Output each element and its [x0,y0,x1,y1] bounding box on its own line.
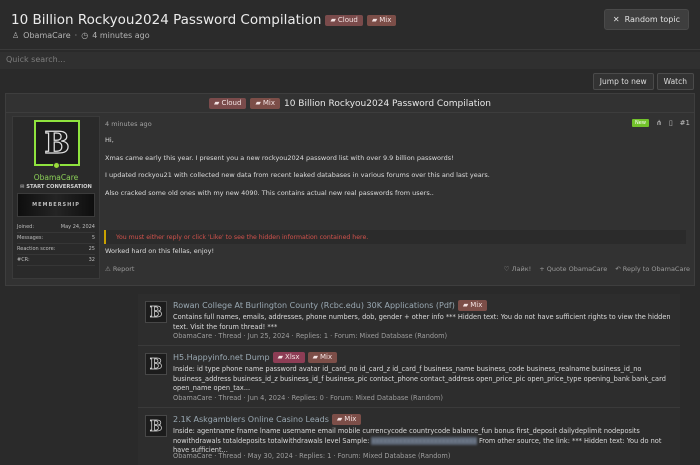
like-button[interactable]: ♡ Лайк! [504,265,532,273]
clock-icon: ◷ [81,31,89,40]
thread-header: 10 Billion Rockyou2024 Password Compilat… [0,0,700,50]
message-line: Xmas came early this year. I present you… [105,154,454,162]
divider [6,112,694,113]
tag-mix[interactable]: ▰ Mix [366,14,397,26]
thread-meta: ObamaCare · Thread · May 30, 2024 · Repl… [173,452,451,460]
share-icon[interactable]: ⋔ [656,119,662,127]
message-line: Worked hard on this fellas, enjoy! [105,247,215,255]
shuffle-icon: ✕ [612,15,620,24]
tag-mix[interactable]: ▰ Mix [331,414,362,425]
tag-mix[interactable]: ▰ Mix [457,300,488,311]
user-panel: B ObamaCare ✉ START CONVERSATION MEMBERS… [12,116,100,279]
thread-snippet: Contains full names, emails, addresses, … [173,313,671,331]
redacted-text: xxxxxxxxxxxxxxxxxxxxxxxxxxx [371,436,477,445]
folder-icon: ▰ [312,353,318,361]
warning-icon: ⚠ [105,265,111,273]
folder-icon: ▰ [255,99,261,107]
user-icon: ♙ [12,31,20,40]
folder-icon: ▰ [330,15,336,24]
folder-icon: ▰ [277,353,284,361]
thread-meta: ObamaCare · Thread · Jun 4, 2024 · Repli… [173,394,443,402]
avatar[interactable]: B [145,353,167,375]
tag-cloud[interactable]: ▰ Cloud [325,14,363,26]
message-line: I updated rockyou21 with collected new d… [105,171,490,179]
reply-button[interactable]: ↶ Reply to ObamaCare [615,265,690,273]
title-row: 10 Billion Rockyou2024 Password Compilat… [11,12,397,28]
new-badge: New [632,119,649,127]
list-item: B H5.Happyinfo.net Dump ▰ Xlsx ▰ Mix Insid… [138,346,680,408]
stat-row: #CR: 32 [17,255,95,266]
avatar[interactable]: B [145,301,167,323]
thread-author[interactable]: ObamaCare [23,31,71,40]
tag-mix[interactable]: ▰ Mix [250,98,280,109]
logo-b-icon: B [149,303,163,322]
thread-link[interactable]: 2.1K Askgamblers Online Casino Leads [173,415,329,424]
post-title-row: ▰ Cloud ▰ Mix 10 Billion Rockyou2024 Passw… [6,98,694,109]
logo-b-icon: B [149,417,163,436]
jump-to-new-button[interactable]: Jump to new [592,73,654,90]
start-conversation-button[interactable]: ✉ START CONVERSATION [17,184,95,190]
avatar[interactable]: B [34,120,80,166]
similar-threads: B Rowan College At Burlington County (Rc… [138,294,680,465]
folder-icon: ▰ [462,301,469,309]
post-number[interactable]: #1 [680,119,690,127]
stat-row: Messages: 5 [17,233,95,244]
user-stats: Joined: May 24, 2024 Messages: 5 Reaction … [17,222,95,266]
stat-row: Reaction score: 25 [17,244,95,255]
message-line: Hi, [105,136,114,144]
membership-banner: MEMBERSHIP [17,193,95,217]
post-time[interactable]: 4 minutes ago [105,120,152,128]
folder-icon: ▰ [214,99,220,107]
tag-mix[interactable]: ▰ Mix [307,352,338,363]
logo-b-icon: B [44,125,71,161]
page-title: 10 Billion Rockyou2024 Password Compilat… [11,12,322,28]
reply-icon: ↶ [615,265,621,273]
message-body: 4 minutes ago New ⋔ ▯ #1 Hi, Xmas came e… [104,116,690,279]
hidden-content-notice: You must either reply or click 'Like' to… [104,230,686,244]
watch-button[interactable]: Watch [656,73,694,90]
report-button[interactable]: ⚠ Report [105,265,134,273]
random-topic-button[interactable]: ✕ Random topic [603,9,689,30]
bookmark-icon[interactable]: ▯ [669,119,673,127]
post-tools: New ⋔ ▯ #1 [632,119,690,127]
post-title: 10 Billion Rockyou2024 Password Compilat… [283,98,491,109]
username[interactable]: ObamaCare [13,173,99,182]
thread-meta: ObamaCare · Thread · Jun 25, 2024 · Repl… [173,332,448,340]
thread-meta: ♙ ObamaCare · ◷ 4 minutes ago [12,31,150,40]
online-indicator [53,162,60,169]
quote-button[interactable]: + Quote ObamaCare [539,265,607,273]
thread-actions: Jump to new Watch [592,73,694,90]
quick-search-input[interactable]: Quick search... [0,52,700,69]
post: ▰ Cloud ▰ Mix 10 Billion Rockyou2024 Passw… [5,93,695,286]
folder-icon: ▰ [371,15,378,24]
list-item: B Rowan College At Burlington County (Rc… [138,294,680,346]
tag-xlsx[interactable]: ▰ Xlsx [272,352,305,363]
thread-time: 4 minutes ago [92,31,150,40]
logo-b-icon: B [149,355,163,374]
list-item: B 2.1K Askgamblers Online Casino Leads ▰… [138,408,680,465]
thread-snippet: Inside: id type phone name password avat… [173,365,666,393]
message-line: Also cracked some old ones with my new 4… [105,189,434,197]
stat-row: Joined: May 24, 2024 [17,222,95,233]
thread-link[interactable]: Rowan College At Burlington County (Rcbc… [173,301,455,310]
avatar[interactable]: B [145,415,167,437]
tag-cloud[interactable]: ▰ Cloud [209,98,247,109]
post-footer: ⚠ Report ♡ Лайк! + Quote ObamaCare ↶ Rep… [105,262,690,276]
thread-link[interactable]: H5.Happyinfo.net Dump [173,353,270,362]
folder-icon: ▰ [336,415,343,423]
thumb-icon: ♡ [503,265,510,273]
